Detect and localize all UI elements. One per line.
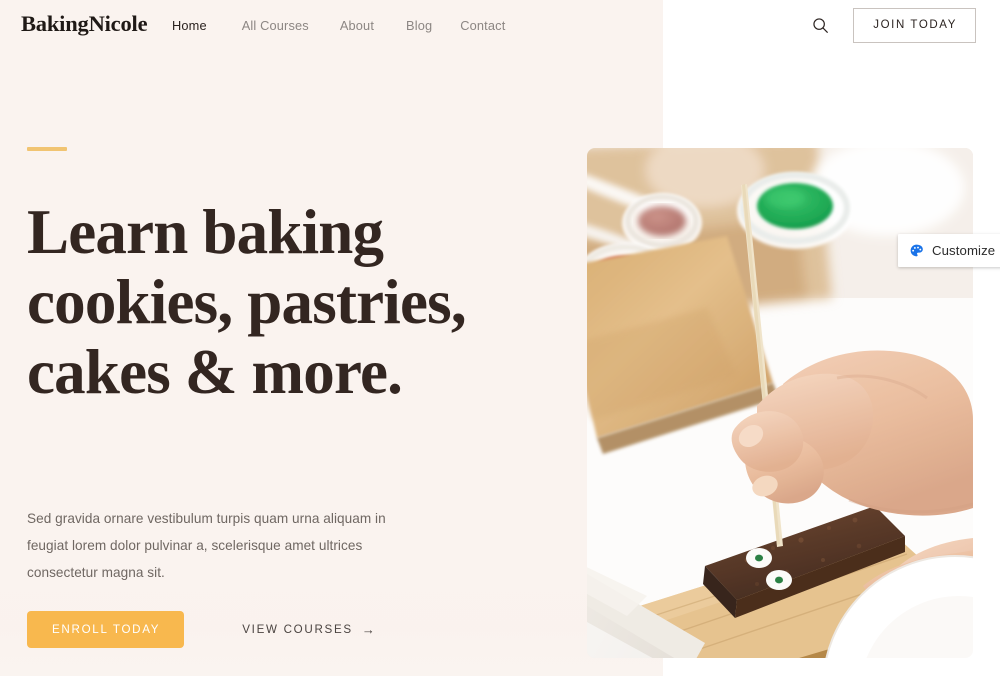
search-button[interactable]: [809, 14, 831, 36]
hero-image: [587, 148, 973, 658]
hero-accent-bar: [27, 147, 67, 151]
customize-button[interactable]: Customize: [898, 234, 1000, 267]
nav-cell-contact: Contact: [460, 17, 505, 35]
search-icon: [813, 18, 828, 33]
nav-item-contact[interactable]: Contact: [460, 18, 505, 33]
customize-label: Customize: [932, 243, 996, 258]
nav-cell-home: Home: [172, 17, 207, 35]
nav-cell-all-courses: All Courses: [242, 17, 309, 35]
hero-image-illustration: [587, 148, 973, 658]
nav-item-about[interactable]: About: [340, 18, 374, 33]
site-logo[interactable]: BakingNicole: [21, 11, 148, 37]
arrow-right-icon: →: [361, 621, 375, 637]
hero-heading: Learn baking cookies, pastries, cakes & …: [27, 197, 557, 407]
nav-item-all-courses[interactable]: All Courses: [242, 18, 309, 33]
view-courses-link[interactable]: VIEW COURSES →: [242, 622, 375, 637]
nav-cell-blog: Blog: [406, 17, 432, 35]
main-navigation: Home All Courses About Blog Contact: [172, 17, 505, 35]
header-actions: JOIN TODAY: [809, 8, 976, 43]
hero-cta-row: ENROLL TODAY VIEW COURSES →: [27, 611, 375, 648]
view-courses-label: VIEW COURSES: [242, 622, 353, 636]
join-today-button[interactable]: JOIN TODAY: [853, 8, 976, 43]
nav-list: Home All Courses About Blog Contact: [172, 17, 505, 35]
nav-item-blog[interactable]: Blog: [406, 18, 432, 33]
palette-icon: [910, 244, 923, 257]
hero-heading-text: Learn baking cookies, pastries, cakes & …: [27, 197, 467, 407]
hero-paragraph: Sed gravida ornare vestibulum turpis qua…: [27, 511, 386, 580]
enroll-today-button[interactable]: ENROLL TODAY: [27, 611, 185, 648]
site-header: BakingNicole Home All Courses About Blog…: [0, 0, 1000, 50]
landing-page: BakingNicole Home All Courses About Blog…: [0, 0, 1000, 676]
nav-cell-about: About: [340, 17, 374, 35]
nav-item-home[interactable]: Home: [172, 18, 207, 33]
